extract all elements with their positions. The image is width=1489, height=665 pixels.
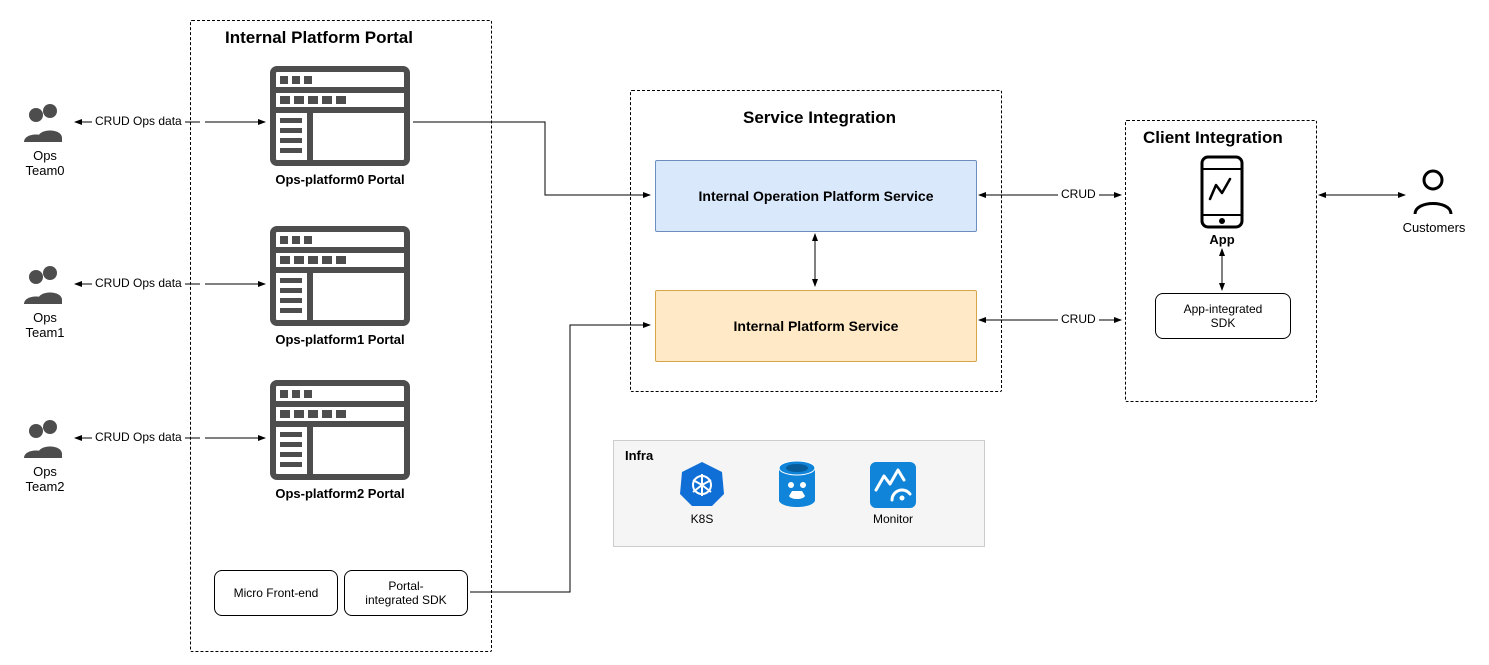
edge-label: CRUD Ops data (92, 114, 185, 128)
edge-label: CRUD (1058, 312, 1099, 326)
edge-label: CRUD (1058, 187, 1099, 201)
diagram-canvas: Internal Platform Portal Service Integra… (0, 0, 1489, 665)
edge-label: CRUD Ops data (92, 430, 185, 444)
edge-label: CRUD Ops data (92, 276, 185, 290)
arrows-layer (0, 0, 1489, 665)
